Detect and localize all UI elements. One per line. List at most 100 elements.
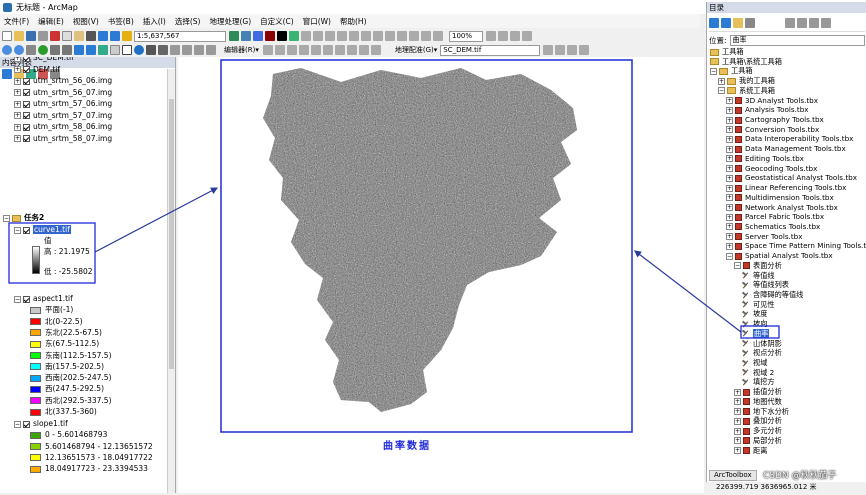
visibility-checkbox[interactable] xyxy=(23,89,30,96)
catalog-item[interactable]: 山体阴影 xyxy=(742,339,782,349)
menu-geoprocessing[interactable]: 地理处理(G) xyxy=(209,16,251,27)
expand-icon[interactable]: + xyxy=(726,233,733,241)
collapse-icon[interactable]: + xyxy=(14,135,21,142)
expand-icon[interactable]: + xyxy=(734,427,741,435)
forward-icon[interactable] xyxy=(86,45,96,55)
georef-layer-select[interactable]: SC_DEM.tif xyxy=(440,44,541,56)
map-display[interactable]: 曲率数据 xyxy=(178,57,704,493)
clear-selection-icon[interactable] xyxy=(110,45,120,55)
add-data-icon[interactable] xyxy=(122,31,132,41)
layer-2-row[interactable]: + SC_DEM.tif xyxy=(14,57,74,63)
collapse-icon[interactable]: − xyxy=(14,226,21,234)
time-slider-icon[interactable] xyxy=(194,45,204,55)
catalog-item[interactable]: + Data Management Tools.tbx xyxy=(726,144,846,154)
tool-m-icon[interactable] xyxy=(486,31,496,41)
group-task2-row[interactable]: − 任务2 xyxy=(3,212,44,223)
catalog-item[interactable]: 等值线列表 xyxy=(742,280,789,290)
expand-icon[interactable]: − xyxy=(726,252,733,260)
select-elements-icon[interactable] xyxy=(122,45,132,55)
catalog-item[interactable]: + Geostatistical Analyst Tools.tbx xyxy=(726,173,857,183)
trace-icon[interactable] xyxy=(310,45,321,55)
visibility-checkbox[interactable] xyxy=(23,420,30,428)
layer-7-row[interactable]: + utm_srtm_57_07.img xyxy=(14,110,112,121)
catalog-item[interactable]: + 地下水分析 xyxy=(734,407,789,417)
editor-toolbar-icon[interactable] xyxy=(229,31,239,41)
fixed-zoom-out-icon[interactable] xyxy=(62,45,72,55)
save-icon[interactable] xyxy=(26,31,36,41)
zoom-in-icon[interactable] xyxy=(2,45,12,55)
catalog-item[interactable]: + Cartography Tools.tbx xyxy=(726,115,824,125)
select-features-icon[interactable] xyxy=(98,45,108,55)
modelbuilder-icon[interactable] xyxy=(289,31,299,41)
expand-icon[interactable]: + xyxy=(734,417,741,425)
expand-icon[interactable]: + xyxy=(734,447,741,455)
expand-icon[interactable]: + xyxy=(726,213,733,221)
menu-view[interactable]: 视图(V) xyxy=(73,16,99,27)
catalog-item[interactable]: 坡向 xyxy=(742,319,767,329)
visibility-checkbox[interactable] xyxy=(23,123,30,131)
tool-b-icon[interactable] xyxy=(313,31,323,41)
tool-j-icon[interactable] xyxy=(409,31,419,41)
catalog-item[interactable]: + 多元分析 xyxy=(734,426,782,436)
catalog-item[interactable]: − Spatial Analyst Tools.tbx xyxy=(726,251,833,261)
catalog-item[interactable]: + Space Time Pattern Mining Tools.t xyxy=(726,241,866,251)
copy-icon[interactable] xyxy=(62,31,72,41)
toc-scrollbar[interactable] xyxy=(167,69,175,493)
visibility-checkbox[interactable] xyxy=(23,226,30,234)
collapse-icon[interactable]: + xyxy=(14,123,21,131)
layer-6-row[interactable]: + utm_srtm_57_06.img xyxy=(14,98,112,109)
menu-edit[interactable]: 编辑(E) xyxy=(38,16,64,27)
layer-slope1-row[interactable]: − slope1.tif xyxy=(14,418,68,429)
endpoint-arc-icon[interactable] xyxy=(298,45,309,55)
expand-icon[interactable]: + xyxy=(726,126,733,134)
expand-icon[interactable]: + xyxy=(726,204,733,212)
arctoolbox-tab[interactable]: ArcToolbox xyxy=(709,470,757,481)
tool-p-icon[interactable] xyxy=(522,31,532,41)
expand-icon[interactable]: + xyxy=(726,223,733,231)
catalog-item[interactable]: − 工具箱 xyxy=(710,66,753,76)
expand-icon[interactable]: + xyxy=(726,155,733,163)
tool-e-icon[interactable] xyxy=(349,31,359,41)
tool-l-icon[interactable] xyxy=(433,31,443,41)
menu-windows[interactable]: 窗口(W) xyxy=(303,16,331,27)
full-extent-icon[interactable] xyxy=(38,45,48,55)
rotate-icon[interactable] xyxy=(555,45,566,55)
paste-icon[interactable] xyxy=(74,31,84,41)
catalog-item[interactable]: 视点分析 xyxy=(742,348,782,358)
catalog-item[interactable]: + Conversion Tools.tbx xyxy=(726,125,819,135)
menu-selection[interactable]: 选择(S) xyxy=(175,16,201,27)
new-icon[interactable] xyxy=(2,31,12,41)
back-icon[interactable] xyxy=(74,45,84,55)
catalog-item[interactable]: + Geocoding Tools.tbx xyxy=(726,164,817,174)
visibility-checkbox[interactable] xyxy=(23,112,30,119)
zoom-field[interactable]: 100% xyxy=(449,30,483,42)
undo-icon[interactable] xyxy=(98,31,108,41)
georeferencing-dropdown[interactable]: 地理配准(G)▾ xyxy=(395,45,437,55)
tool-d-icon[interactable] xyxy=(337,31,347,41)
catalog-item[interactable]: + 局部分析 xyxy=(734,436,782,446)
catalog-icon[interactable] xyxy=(253,31,263,41)
pan-icon[interactable] xyxy=(26,45,36,55)
delete-icon[interactable] xyxy=(86,31,96,41)
point-icon[interactable] xyxy=(322,45,333,55)
visibility-checkbox[interactable] xyxy=(23,66,30,73)
collapse-icon[interactable]: + xyxy=(14,89,21,96)
open-icon[interactable] xyxy=(14,31,24,41)
tool-o-icon[interactable] xyxy=(510,31,520,41)
expand-icon[interactable]: + xyxy=(726,165,733,173)
catalog-item[interactable]: 工具箱 xyxy=(710,47,744,57)
catalog-item[interactable]: + Parcel Fabric Tools.tbx xyxy=(726,212,824,222)
expand-icon[interactable]: + xyxy=(726,174,733,182)
expand-icon[interactable]: + xyxy=(734,398,741,406)
layer-5-row[interactable]: + utm_srtm_56_07.img xyxy=(14,87,112,98)
catalog-item[interactable]: + 地图代数 xyxy=(734,397,782,407)
table-icon[interactable] xyxy=(241,31,251,41)
expand-icon[interactable]: + xyxy=(734,388,741,396)
redo-icon[interactable] xyxy=(110,31,120,41)
catalog-item[interactable]: 含障碍的等值线 xyxy=(742,290,803,300)
catalog-item[interactable]: + Linear Referencing Tools.tbx xyxy=(726,183,846,193)
straight-segment-icon[interactable] xyxy=(286,45,297,55)
expand-icon[interactable]: + xyxy=(718,77,725,85)
tool-n-icon[interactable] xyxy=(498,31,508,41)
catalog-item[interactable]: +3D Analyst Tools.tbx xyxy=(726,96,818,106)
